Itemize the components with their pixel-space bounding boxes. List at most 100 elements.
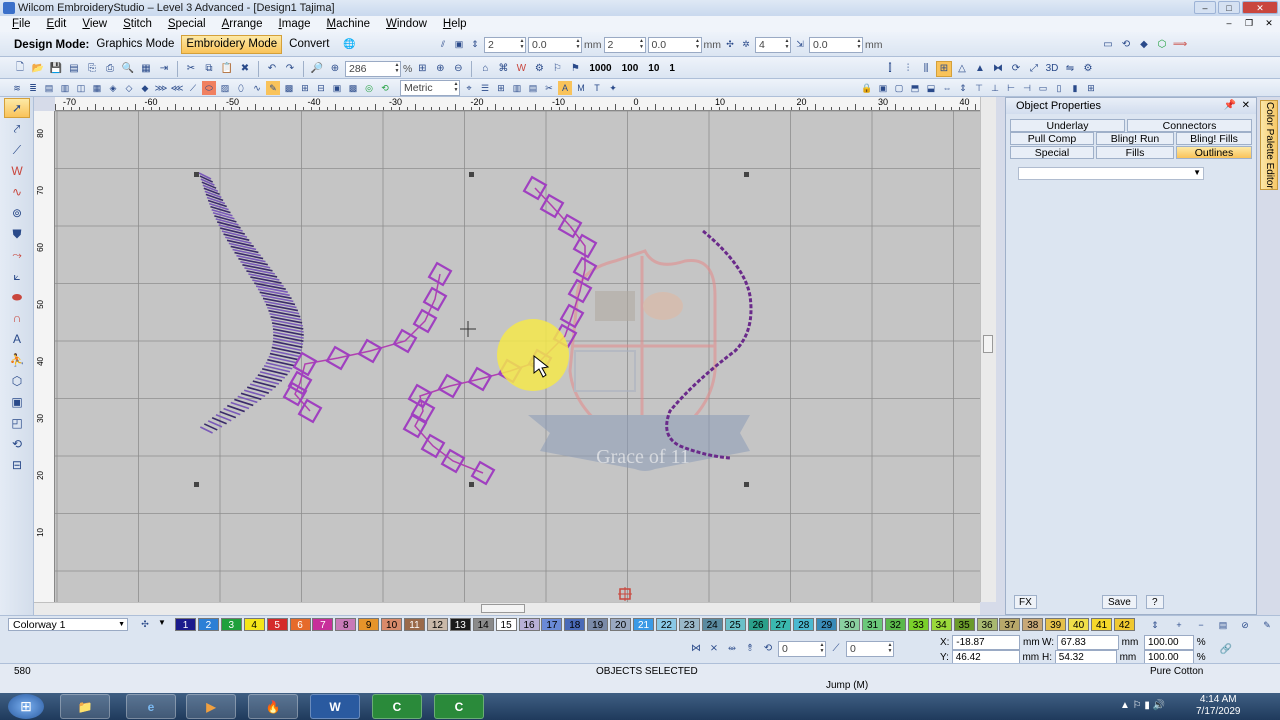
image-icon[interactable]: ▣: [330, 81, 344, 95]
fill-holes-icon[interactable]: ⊚: [4, 203, 30, 223]
color-swatch-24[interactable]: 24: [701, 618, 723, 631]
stitch-1000[interactable]: 1000: [585, 63, 615, 74]
monogram-icon[interactable]: M: [574, 81, 588, 95]
menu-arrange[interactable]: Arrange: [214, 18, 271, 30]
menu-window[interactable]: Window: [378, 18, 435, 30]
color-swatch-12[interactable]: 12: [426, 618, 448, 631]
graphics-mode-button[interactable]: Graphics Mode: [91, 35, 179, 54]
freehand-icon[interactable]: ∿: [250, 81, 264, 95]
color-swatch-26[interactable]: 26: [747, 618, 769, 631]
print-icon[interactable]: ⎙: [102, 61, 118, 77]
horizontal-scrollbar[interactable]: [34, 602, 980, 615]
help-button[interactable]: ?: [1146, 595, 1164, 609]
color-swatch-40[interactable]: 40: [1068, 618, 1090, 631]
embroidery-mode-button[interactable]: Embroidery Mode: [181, 35, 283, 54]
mirror-v-icon[interactable]: ⨯: [706, 641, 722, 657]
color-swatch-34[interactable]: 34: [930, 618, 952, 631]
motif-icon[interactable]: ◈: [106, 81, 120, 95]
column-a-icon[interactable]: ⤳: [4, 245, 30, 265]
break-apart-icon[interactable]: ⊟: [4, 455, 30, 475]
color-swatch-33[interactable]: 33: [907, 618, 929, 631]
skew-input[interactable]: 0: [846, 640, 894, 657]
color-swatch-41[interactable]: 41: [1091, 618, 1112, 631]
color-swatch-10[interactable]: 10: [381, 618, 403, 631]
mirror-icon[interactable]: ⧓: [990, 61, 1006, 77]
units-select[interactable]: Metric: [400, 80, 460, 96]
complex-fill-icon[interactable]: ⬬: [4, 287, 30, 307]
send-to-machine-icon[interactable]: ⇥: [156, 61, 172, 77]
color-swatch-38[interactable]: 38: [1022, 618, 1044, 631]
copy-icon[interactable]: ⧉: [201, 61, 217, 77]
rotate-icon[interactable]: ⟳: [1008, 61, 1024, 77]
space-icon[interactable]: ⇕: [956, 81, 970, 95]
same-width-icon[interactable]: ▯: [1052, 81, 1066, 95]
vertical-scroll-thumb[interactable]: [983, 335, 993, 353]
x-input[interactable]: -18.87: [952, 635, 1021, 650]
rotate-input[interactable]: 0: [778, 640, 826, 657]
color-swatch-28[interactable]: 28: [793, 618, 815, 631]
ellipse-icon[interactable]: ⬯: [234, 81, 248, 95]
outline-type-select[interactable]: ▼: [1018, 167, 1204, 180]
arrange-back-icon[interactable]: ⬓: [924, 81, 938, 95]
cycle-icon[interactable]: ⟲: [1118, 37, 1134, 53]
undo-icon[interactable]: ↶: [264, 61, 280, 77]
clock[interactable]: 4:14 AM 7/17/2029: [1196, 694, 1241, 718]
color-picker-icon[interactable]: ✎: [1260, 618, 1274, 632]
show-stitches-icon[interactable]: ⌂: [477, 61, 493, 77]
color-swatch-15[interactable]: 15: [495, 618, 517, 631]
doc-close-button[interactable]: ✕: [1262, 17, 1276, 29]
doc-restore-button[interactable]: ❐: [1242, 17, 1256, 29]
color-swatch-31[interactable]: 31: [862, 618, 883, 631]
camtasia-recorder-taskbar-icon[interactable]: C: [434, 694, 484, 719]
move-icon[interactable]: ✣: [723, 38, 737, 52]
delete-icon[interactable]: ✖: [237, 61, 253, 77]
hatch-icon[interactable]: ▨: [218, 81, 232, 95]
align-mid-icon[interactable]: ⊢: [1004, 81, 1018, 95]
canvas-svg[interactable]: Grace of 11: [55, 111, 980, 602]
open-folder-icon[interactable]: 📂: [30, 61, 46, 77]
ungroup-icon[interactable]: ▢: [892, 81, 906, 95]
field-4-input[interactable]: 0.0: [647, 36, 702, 53]
color-swatch-16[interactable]: 16: [518, 618, 540, 631]
color-swatch-19[interactable]: 19: [587, 618, 609, 631]
list-icon[interactable]: ☰: [478, 81, 492, 95]
camtasia-taskbar-icon[interactable]: C: [372, 694, 422, 719]
paste-icon[interactable]: 📋: [219, 61, 235, 77]
diamond-icon[interactable]: ◆: [1136, 37, 1152, 53]
guides-icon[interactable]: ⊞: [1084, 81, 1098, 95]
satin-icon[interactable]: ≋: [10, 81, 24, 95]
color-swatch-11[interactable]: 11: [404, 618, 425, 631]
color-swatch-20[interactable]: 20: [610, 618, 632, 631]
new-file-icon[interactable]: 🗋: [12, 61, 28, 77]
panel-close-icon[interactable]: ✕: [1242, 98, 1250, 114]
fx-button[interactable]: FX: [1014, 595, 1037, 609]
stitch-type-icon[interactable]: ⊞: [298, 81, 312, 95]
columns-icon[interactable]: ▥: [510, 81, 524, 95]
menu-file[interactable]: File: [4, 18, 39, 30]
tab-fills[interactable]: Fills: [1096, 146, 1174, 159]
knife-icon[interactable]: ⟋: [4, 140, 30, 160]
color-swatch-14[interactable]: 14: [472, 618, 494, 631]
backstitch-icon[interactable]: ⋘: [170, 81, 184, 95]
tab-pull-comp[interactable]: Pull Comp: [1010, 132, 1094, 145]
width-pct-input[interactable]: 100.00: [1144, 635, 1194, 650]
color-swatch-37[interactable]: 37: [999, 618, 1021, 631]
contour-icon[interactable]: ◫: [74, 81, 88, 95]
align-right-icon[interactable]: ⫼: [918, 61, 934, 77]
fancy-icon[interactable]: ◆: [138, 81, 152, 95]
settings-icon[interactable]: ⚙: [1080, 61, 1096, 77]
color-swatch-25[interactable]: 25: [724, 618, 746, 631]
color-swatch-23[interactable]: 23: [678, 618, 700, 631]
same-size-icon[interactable]: ▭: [1036, 81, 1050, 95]
color-palette-editor-tab[interactable]: Color Palette Editor: [1260, 100, 1278, 190]
circle-green-icon[interactable]: ◎: [362, 81, 376, 95]
save-button[interactable]: Save: [1102, 595, 1137, 609]
menu-stitch[interactable]: Stitch: [115, 18, 160, 30]
group-icon[interactable]: ▣: [876, 81, 890, 95]
flip-icon[interactable]: ⇋: [1062, 61, 1078, 77]
team-names-icon[interactable]: T: [590, 81, 604, 95]
grid-icon[interactable]: ⊞: [936, 60, 952, 77]
minimize-button[interactable]: –: [1194, 1, 1216, 14]
color-swatch-29[interactable]: 29: [816, 618, 838, 631]
color-swatch-7[interactable]: 7: [312, 618, 334, 631]
